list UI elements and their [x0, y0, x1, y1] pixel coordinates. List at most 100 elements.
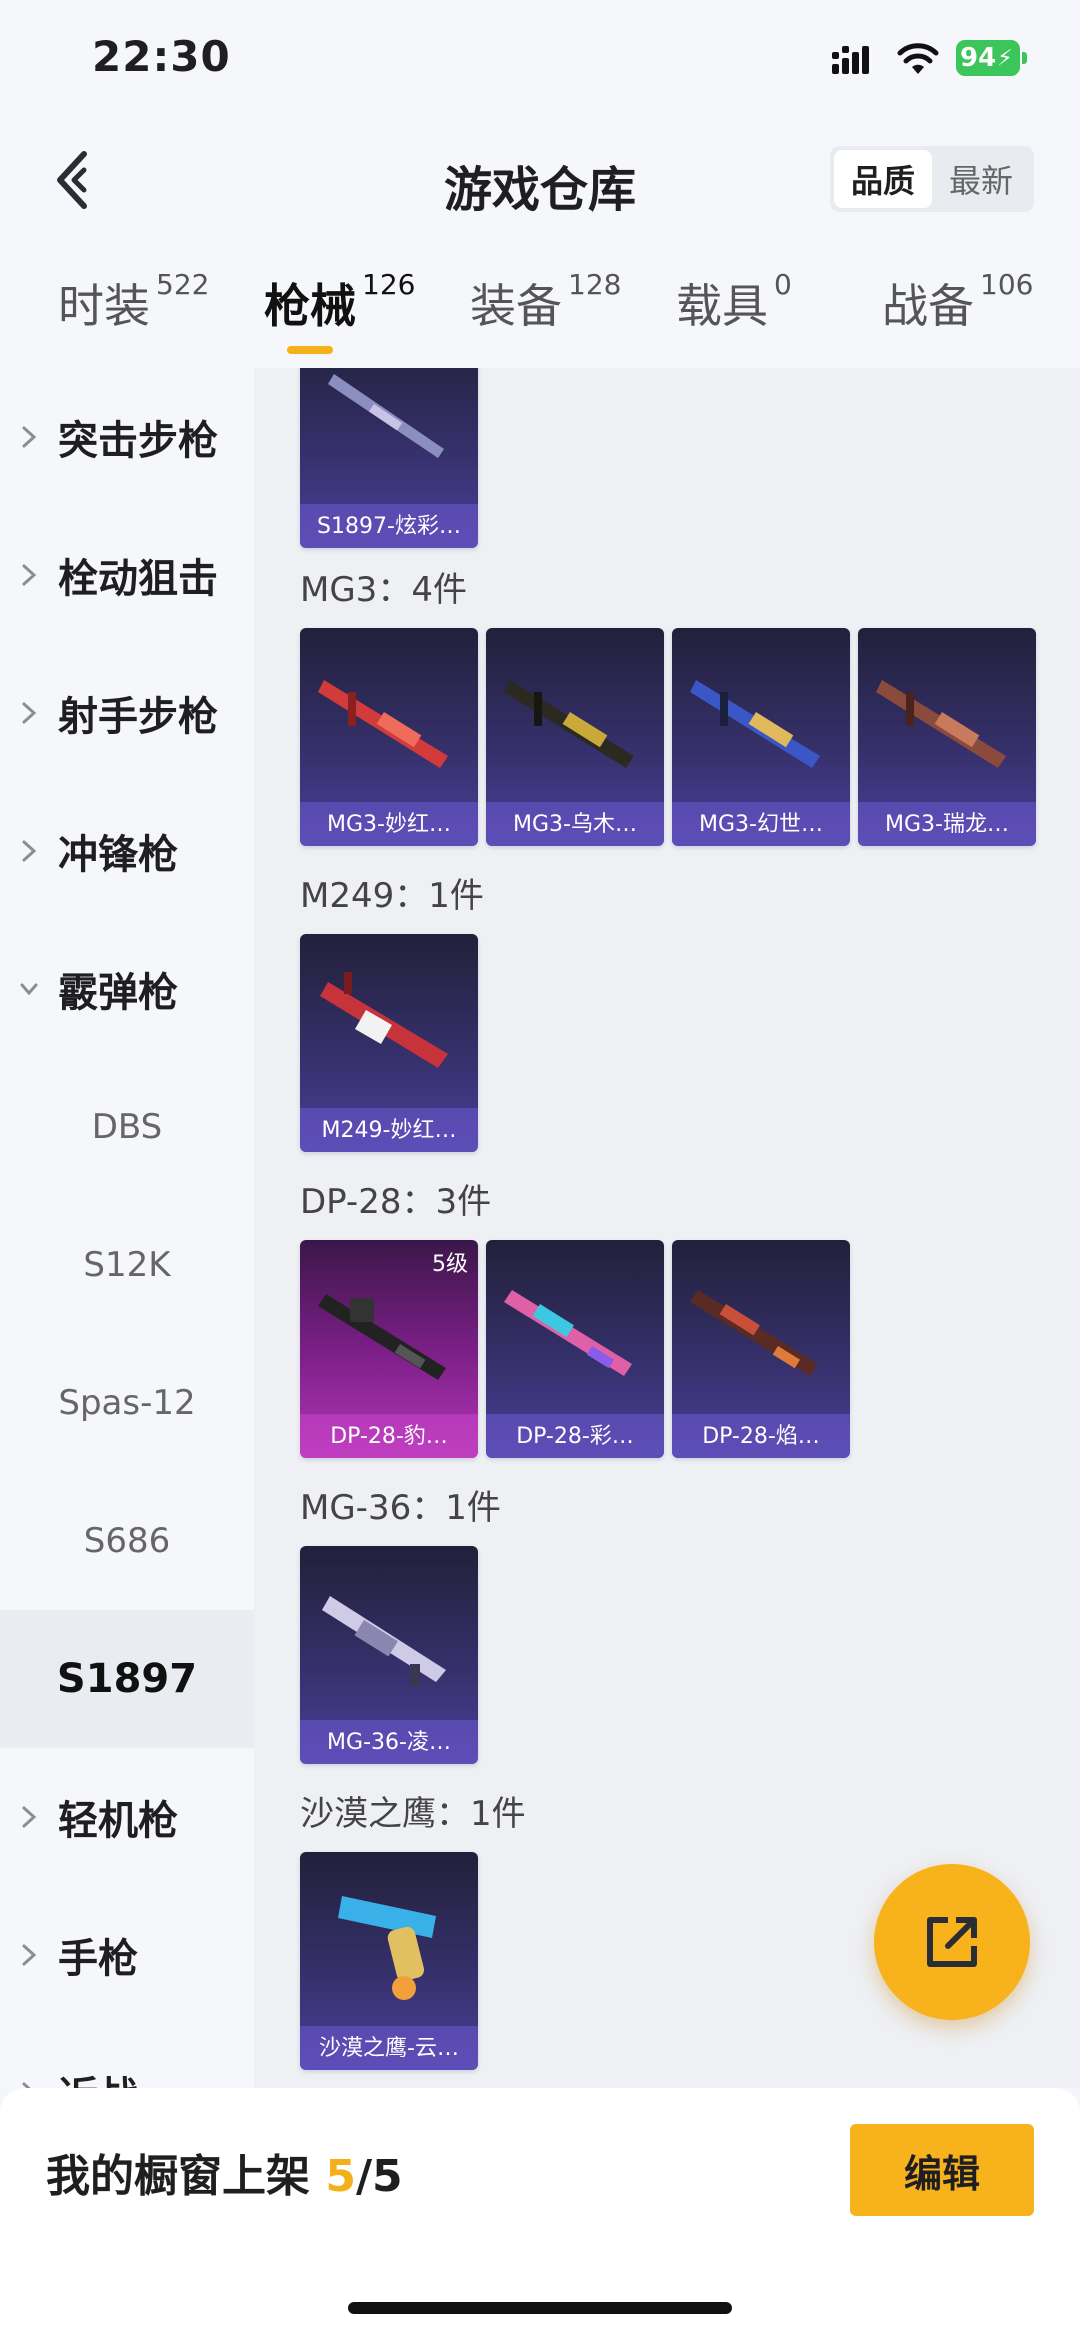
signal-icon: [832, 46, 869, 74]
item-name: M249-妙红…: [321, 1118, 457, 1143]
shotgun-icon: [328, 374, 444, 458]
sort-quality-button[interactable]: 品质: [834, 150, 932, 208]
charging-icon: ⚡: [997, 45, 1013, 71]
item-card-mg3-3[interactable]: MG3-幻世…: [672, 628, 850, 846]
battery-level: 94: [960, 43, 997, 73]
chevron-right-icon: [20, 424, 42, 450]
tab-label: 装备: [470, 279, 562, 333]
sidebar-item-label: 轻机枪: [58, 1798, 178, 1844]
item-name: S1897-炫彩…: [317, 514, 461, 539]
showcase-current: 5: [325, 2151, 356, 2202]
sidebar-sub-s12k[interactable]: S12K: [0, 1196, 254, 1334]
sidebar-item-label: 冲锋枪: [58, 832, 178, 878]
item-card-dp28-2[interactable]: DP-28-彩…: [486, 1240, 664, 1458]
sidebar-item-label: 霰弹枪: [58, 970, 178, 1016]
tab-count: 522: [156, 268, 210, 301]
sidebar-sub-s1897[interactable]: S1897: [0, 1610, 254, 1748]
chevron-right-icon: [20, 700, 42, 726]
sidebar-item-assault-rifle[interactable]: 突击步枪: [0, 368, 254, 506]
sidebar-item-marksman-rifle[interactable]: 射手步枪: [0, 644, 254, 782]
wifi-icon: [897, 43, 939, 74]
tab-count: 126: [362, 268, 416, 301]
tab-vehicles[interactable]: 载具 0: [676, 268, 792, 336]
item-card-dp28-1[interactable]: 5级 DP-28-豹…: [300, 1240, 478, 1458]
status-time: 22:30: [92, 32, 231, 81]
chevron-right-icon: [20, 562, 42, 588]
group-label-mg3: MG3：4件: [300, 570, 467, 610]
sort-toggle: 品质 最新: [830, 146, 1034, 212]
item-name: MG3-幻世…: [699, 812, 823, 837]
category-sidebar: 突击步枪 栓动狙击 射手步枪 冲锋枪 霰弹枪 DBS S12K Spas-12 …: [0, 368, 254, 2088]
item-card-mg3-4[interactable]: MG3-瑞龙…: [858, 628, 1036, 846]
machine-gun-icon: [504, 1290, 632, 1376]
tab-fashion[interactable]: 时装 522: [58, 268, 210, 336]
sidebar-sub-s686[interactable]: S686: [0, 1472, 254, 1610]
group-label-mg36: MG-36：1件: [300, 1488, 501, 1528]
sidebar-item-label: 手枪: [58, 1936, 138, 1982]
item-card-mg3-2[interactable]: MG3-乌木…: [486, 628, 664, 846]
item-card-m249-1[interactable]: M249-妙红…: [300, 934, 478, 1152]
category-tabs: 时装 522 枪械 126 装备 128 载具 0 战备 106: [0, 240, 1080, 368]
group-label-desert-eagle: 沙漠之鹰：1件: [300, 1794, 526, 1834]
active-tab-indicator: [287, 346, 333, 354]
sidebar-item-label: 突击步枪: [58, 418, 218, 464]
chevron-down-icon: [20, 976, 42, 1002]
status-bar: 22:30 94 ⚡: [0, 0, 1080, 120]
tab-guns[interactable]: 枪械 126: [264, 268, 416, 336]
item-card-mg36-1[interactable]: MG-36-凌…: [300, 1546, 478, 1764]
sidebar-item-smg[interactable]: 冲锋枪: [0, 782, 254, 920]
edit-button[interactable]: 编辑: [850, 2124, 1034, 2216]
sidebar-item-melee[interactable]: 近战: [0, 2024, 254, 2088]
sidebar-item-bolt-sniper[interactable]: 栓动狙击: [0, 506, 254, 644]
item-name: MG3-瑞龙…: [885, 812, 1009, 837]
item-card-mg3-1[interactable]: MG3-妙红…: [300, 628, 478, 846]
group-label-dp28: DP-28：3件: [300, 1182, 492, 1222]
showcase-total: /5: [355, 2151, 403, 2202]
chevron-right-icon: [20, 838, 42, 864]
item-name: MG-36-凌…: [327, 1730, 451, 1755]
tab-label: 枪械: [264, 279, 356, 333]
item-name: DP-28-焰…: [702, 1424, 820, 1449]
item-name: DP-28-彩…: [516, 1424, 634, 1449]
sidebar-item-lmg[interactable]: 轻机枪: [0, 1748, 254, 1886]
machine-gun-icon: [690, 1290, 818, 1376]
item-name: DP-28-豹…: [330, 1424, 448, 1449]
pistol-icon: [338, 1896, 436, 2000]
sidebar-sub-dbs[interactable]: DBS: [0, 1058, 254, 1196]
item-name: MG3-乌木…: [513, 812, 637, 837]
machine-gun-icon: [876, 680, 1006, 768]
sidebar-item-label: 近战: [58, 2064, 138, 2088]
tab-label: 战备: [882, 279, 974, 333]
sort-newest-button[interactable]: 最新: [932, 150, 1030, 208]
sidebar-item-pistol[interactable]: 手枪: [0, 1886, 254, 2024]
machine-gun-icon: [320, 972, 448, 1068]
share-icon: [927, 1917, 977, 1967]
machine-gun-icon: [504, 680, 634, 768]
showcase-status: 我的橱窗上架 5/5: [46, 2140, 403, 2204]
item-name: 沙漠之鹰-云…: [319, 2036, 459, 2061]
sidebar-item-label: 射手步枪: [58, 694, 218, 740]
share-button[interactable]: [874, 1864, 1030, 2020]
machine-gun-icon: [322, 1596, 446, 1686]
item-card-s1897[interactable]: S1897-炫彩…: [300, 368, 478, 548]
tab-label: 载具: [676, 279, 768, 333]
item-card-desert-eagle-1[interactable]: 沙漠之鹰-云…: [300, 1852, 478, 2070]
sidebar-item-shotgun[interactable]: 霰弹枪: [0, 920, 254, 1058]
tab-count: 128: [568, 268, 622, 301]
sidebar-sub-spas12[interactable]: Spas-12: [0, 1334, 254, 1472]
sidebar-item-label: 栓动狙击: [58, 556, 218, 602]
tab-battle-gear[interactable]: 战备 106: [882, 268, 1033, 336]
tab-label: 时装: [58, 279, 150, 333]
showcase-label: 我的橱窗上架: [46, 2151, 326, 2202]
item-card-dp28-3[interactable]: DP-28-焰…: [672, 1240, 850, 1458]
item-name: MG3-妙红…: [327, 812, 451, 837]
home-indicator: [348, 2302, 732, 2314]
item-grid: S1897-炫彩… MG3：4件 MG3-妙红… MG3-乌木… MG3-幻世……: [254, 368, 1080, 2088]
nav-bar: 游戏仓库 品质 最新: [0, 120, 1080, 240]
machine-gun-icon: [318, 680, 448, 768]
machine-gun-icon: [690, 680, 820, 768]
tab-equipment[interactable]: 装备 128: [470, 268, 622, 336]
bottom-bar: 我的橱窗上架 5/5 编辑: [0, 2088, 1080, 2339]
battery-indicator: 94 ⚡: [956, 40, 1020, 76]
machine-gun-icon: [318, 1294, 446, 1380]
